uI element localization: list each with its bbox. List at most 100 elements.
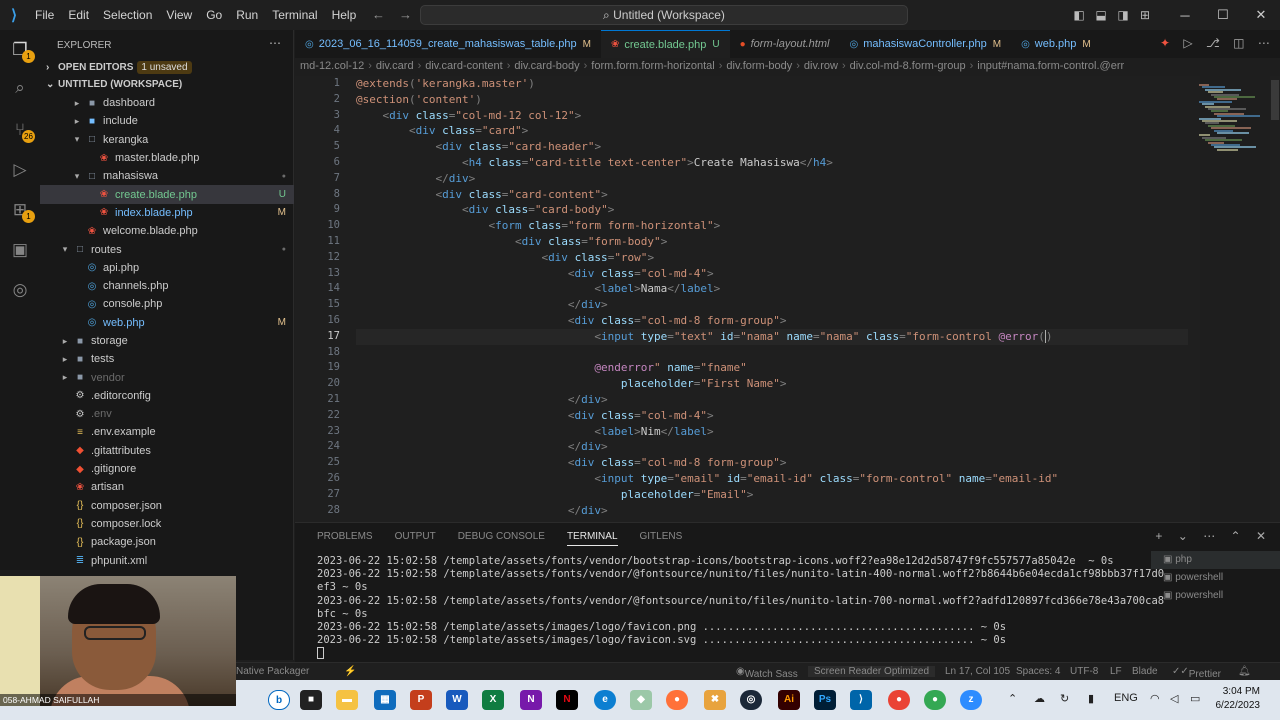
terminal-instance[interactable]: ▣ powershell [1151,587,1280,605]
status-native-packager[interactable]: Native Packager [236,666,309,677]
toggle-sidebar-icon[interactable]: ◧ [1068,8,1090,22]
search-icon[interactable]: ⌕ [0,78,40,98]
menu-file[interactable]: File [28,0,61,30]
code-line[interactable]: <div class="card-header"> [356,139,1188,155]
taskbar-clock[interactable]: 3:04 PM 6/22/2023 [1216,685,1261,713]
minimap[interactable] [1195,76,1270,156]
editor-tab[interactable]: ◎ web.php M [1011,30,1101,58]
code-line[interactable]: @extends('kerangka.master') [356,76,1188,92]
tree-item[interactable]: ❀ welcome.blade.php [40,222,294,240]
tree-item[interactable]: ▸ ■ vendor [40,368,294,386]
run-debug-icon[interactable]: ▷ [0,160,40,180]
breadcrumb-item[interactable]: input#nama.form-control.@err [977,60,1124,72]
tree-item[interactable]: ⚙ .env [40,405,294,423]
tray-language[interactable]: ENG [1114,692,1138,704]
code-area[interactable]: @extends('kerangka.master') @section('con… [356,76,1188,518]
tray-chevron-icon[interactable]: ⌃ [1008,692,1017,705]
code-line[interactable]: <div class="col-md-4"> [356,266,1188,282]
editor-tab[interactable]: ◎ 2023_06_16_114059_create_mahasiswas_tab… [295,30,601,58]
code-line[interactable]: @enderror" name="fname" [356,360,1188,376]
code-line[interactable]: <div class="card-body"> [356,202,1188,218]
more-actions-icon[interactable]: ⋯ [1258,36,1270,50]
maximize-icon[interactable]: ☐ [1204,7,1242,23]
vscode-taskbar-icon[interactable]: ⟩ [850,690,872,710]
gitlens-icon[interactable]: ◎ [0,280,40,300]
editor-tab[interactable]: ◎ mahasiswaController.php M [839,30,1011,58]
netflix-icon[interactable]: N [556,690,578,710]
code-line[interactable]: <div class="row"> [356,250,1188,266]
terminal-output[interactable]: 2023-06-22 15:02:58 /template/assets/fon… [317,555,1164,661]
status-language[interactable]: Blade [1132,666,1158,677]
code-line[interactable]: <div class="col-md-8 form-group"> [356,455,1188,471]
tree-item[interactable]: ◎ console.php [40,295,294,313]
menu-go[interactable]: Go [199,0,229,30]
editor-tab[interactable]: ● form-layout.html [730,30,840,58]
gitlens-action-icon[interactable]: ✦ [1160,36,1170,50]
steam-icon[interactable]: ◎ [740,690,762,710]
menu-help[interactable]: Help [325,0,364,30]
tree-item[interactable]: {} composer.lock [40,515,294,533]
tree-item[interactable]: ◆ .gitignore [40,460,294,478]
tray-sync-icon[interactable]: ↻ [1060,692,1069,705]
task-view-icon[interactable]: ■ [300,690,322,710]
tray-cloud-icon[interactable]: ☁ [1034,692,1045,705]
tree-item[interactable]: ◆ .gitattributes [40,442,294,460]
tree-item[interactable]: ❀ artisan [40,478,294,496]
code-line[interactable]: @section('content') [356,92,1188,108]
code-line[interactable]: </div> [356,297,1188,313]
tree-item[interactable]: ▾ □ routes ● [40,240,294,258]
status-cursor-position[interactable]: Ln 17, Col 105 [945,666,1010,677]
tree-item[interactable]: ◎ api.php [40,259,294,277]
code-line[interactable]: placeholder="First Name"> [356,376,1188,392]
terminal-instance[interactable]: ▣ powershell [1151,569,1280,587]
battery-icon[interactable]: ▭ [1190,692,1200,705]
code-line[interactable]: <div class="form-body"> [356,234,1188,250]
firefox-icon[interactable]: ● [666,690,688,710]
breadcrumb-item[interactable]: form.form.form-horizontal [591,60,714,72]
split-editor-icon[interactable]: ◫ [1233,36,1244,50]
powerpoint-icon[interactable]: P [410,690,432,710]
wifi-icon[interactable]: ◠ [1150,692,1160,705]
command-center-search[interactable]: ⌕ Untitled (Workspace) [420,5,908,25]
tree-item[interactable]: ⚙ .editorconfig [40,387,294,405]
chrome-profile-icon[interactable]: ● [924,690,946,710]
menu-view[interactable]: View [159,0,199,30]
breadcrumb-item[interactable]: md-12.col-12 [300,60,364,72]
new-terminal-icon[interactable]: + [1155,529,1162,543]
terminal-instance[interactable]: ▣ php [1151,551,1280,569]
breadcrumb-item[interactable]: div.col-md-8.form-group [850,60,966,72]
code-line[interactable]: placeholder="Email"> [356,487,1188,503]
excel-icon[interactable]: X [482,690,504,710]
tree-item[interactable]: ▸ ■ include [40,112,294,130]
terminal-prompt[interactable] [317,647,1137,660]
code-editor[interactable]: 1 2 3 4 5 6 7 8 9 10 11 12 13 14 15 16 17 18 19 20 21 22 23 24 2… [295,76,1200,522]
code-line[interactable]: <label>Nama</label> [356,281,1188,297]
minimize-icon[interactable]: ─ [1166,8,1204,23]
status-watch-sass[interactable]: ◉ Watch Sass [736,666,798,680]
tree-item[interactable]: ▸ ■ dashboard [40,94,294,112]
xampp-icon[interactable]: ✖ [704,690,726,710]
file-explorer-icon[interactable]: ▬ [336,690,358,710]
tree-item[interactable]: ▾ □ mahasiswa ● [40,167,294,185]
edge-icon[interactable]: e [594,690,616,710]
tree-item[interactable]: ❀ master.blade.php [40,149,294,167]
code-line[interactable]: <div class="col-md-8 form-group"> [356,313,1188,329]
notifications-icon[interactable]: 🔔︎ [1238,666,1251,677]
tree-item[interactable]: {} composer.json [40,497,294,515]
tree-item[interactable]: ◎ channels.php [40,277,294,295]
status-prettier[interactable]: ✓✓ Prettier [1172,666,1221,680]
tray-mic-icon[interactable]: ▮ [1088,692,1094,705]
tree-item[interactable]: ◎ web.php M [40,314,294,332]
code-line[interactable]: <input type="text" id="nama" name="nama"… [356,328,1188,345]
breadcrumb-item[interactable]: div.form-body [726,60,792,72]
code-line[interactable]: <h4 class="card-title text-center">Creat… [356,155,1188,171]
illustrator-icon[interactable]: Ai [778,690,800,710]
code-line[interactable]: </div> [356,392,1188,408]
back-arrow-icon[interactable]: ← [372,7,385,22]
store-icon[interactable]: ▦ [374,690,396,710]
status-encoding[interactable]: UTF-8 [1070,666,1098,677]
remote-explorer-icon[interactable]: ▣ [0,240,40,260]
code-line[interactable]: <div class="col-md-4"> [356,408,1188,424]
toggle-panel-icon[interactable]: ⬓ [1090,8,1112,22]
workspace-section[interactable]: ⌄ UNTITLED (WORKSPACE) [46,79,182,90]
